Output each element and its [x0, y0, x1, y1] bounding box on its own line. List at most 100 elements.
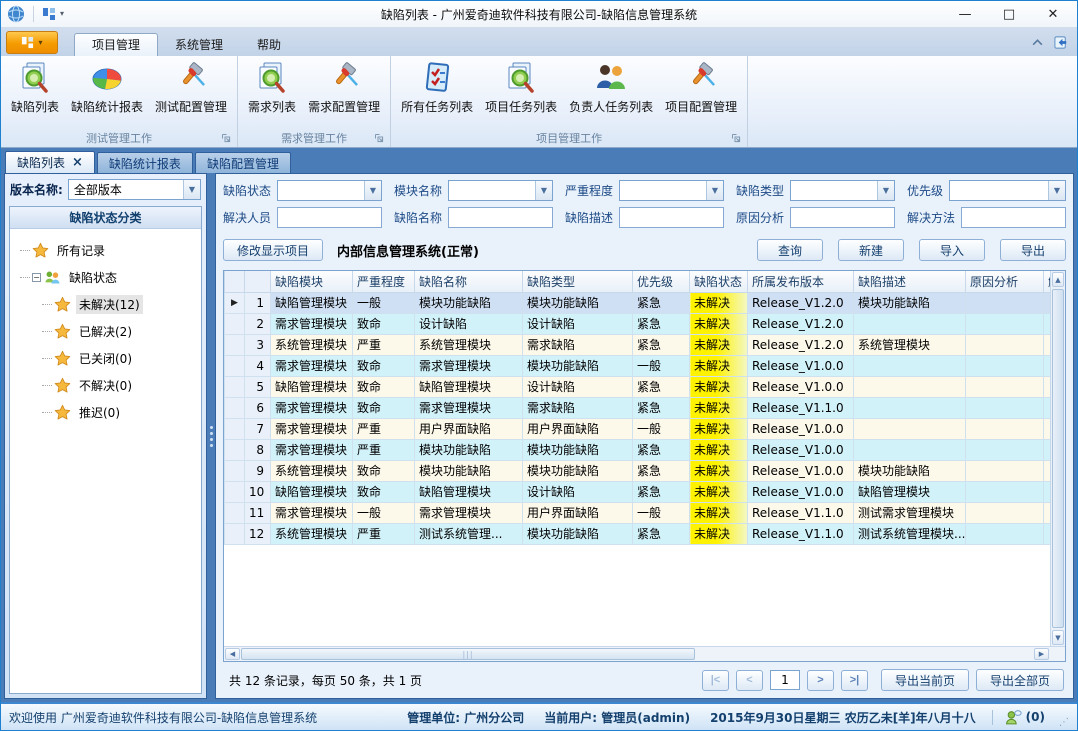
quick-access-button[interactable]: ▾: [42, 7, 64, 21]
ribbon-button[interactable]: 所有任务列表: [396, 58, 478, 117]
tree-item[interactable]: −缺陷状态: [12, 264, 199, 291]
export-all-pages-button[interactable]: 导出全部页: [976, 669, 1064, 691]
ribbon-tab[interactable]: 帮助: [240, 34, 298, 56]
ribbon-button[interactable]: 负责人任务列表: [564, 58, 658, 117]
ribbon-button[interactable]: 项目任务列表: [480, 58, 562, 117]
horizontal-scrollbar[interactable]: ◀ ||| ▶: [224, 646, 1065, 661]
filter-input[interactable]: [962, 208, 1065, 227]
table-cell: [854, 418, 966, 439]
ribbon-button[interactable]: 缺陷统计报表: [66, 58, 148, 117]
filter-input[interactable]: [449, 208, 552, 227]
column-header[interactable]: 优先级: [633, 271, 690, 292]
new-button[interactable]: 新建: [838, 239, 904, 261]
chevron-down-icon[interactable]: ▼: [877, 181, 894, 200]
ribbon-button[interactable]: 缺陷列表: [6, 58, 64, 117]
table-row[interactable]: 7需求管理模块严重用户界面缺陷用户界面缺陷一般未解决Release_V1.0.0: [225, 418, 1051, 439]
ribbon-button[interactable]: 需求配置管理: [303, 58, 385, 117]
column-header[interactable]: 严重程度: [353, 271, 415, 292]
filter-combobox[interactable]: ▼: [277, 180, 382, 201]
tree-item[interactable]: 未解决(12): [12, 291, 199, 318]
last-page-button[interactable]: >|: [841, 670, 868, 691]
table-row[interactable]: 9系统管理模块致命模块功能缺陷模块功能缺陷紧急未解决Release_V1.0.0…: [225, 460, 1051, 481]
ribbon-button[interactable]: 需求列表: [243, 58, 301, 117]
sidebar-splitter[interactable]: [207, 173, 215, 699]
tree-item[interactable]: 不解决(0): [12, 372, 199, 399]
filter-combobox[interactable]: ▼: [949, 180, 1066, 201]
layout-grid-icon: [42, 7, 56, 21]
chevron-down-icon[interactable]: ▼: [706, 181, 723, 200]
scroll-down-icon[interactable]: ▼: [1052, 630, 1064, 645]
dialog-launcher-icon[interactable]: [221, 133, 231, 143]
vertical-scrollbar[interactable]: ▲ ▼: [1050, 271, 1065, 646]
page-number-input[interactable]: [770, 670, 800, 690]
scroll-left-icon[interactable]: ◀: [225, 648, 240, 660]
tree-item[interactable]: 所有记录: [12, 237, 199, 264]
ribbon-tab[interactable]: 项目管理: [74, 33, 158, 56]
tree-item[interactable]: 已解决(2): [12, 318, 199, 345]
version-combobox[interactable]: 全部版本 ▼: [68, 179, 201, 200]
online-users-icon[interactable]: [1005, 709, 1022, 726]
document-tab[interactable]: 缺陷列表×: [5, 151, 95, 173]
table-row[interactable]: 10缺陷管理模块致命缺陷管理模块设计缺陷紧急未解决Release_V1.0.0缺…: [225, 481, 1051, 502]
scroll-right-icon[interactable]: ▶: [1034, 648, 1049, 660]
export-current-page-button[interactable]: 导出当前页: [881, 669, 969, 691]
chevron-down-icon[interactable]: ▼: [183, 180, 200, 199]
filter-combobox[interactable]: ▼: [448, 180, 553, 201]
tree-item[interactable]: 推迟(0): [12, 399, 199, 426]
table-cell: 缺陷管理模块: [271, 481, 353, 502]
vertical-scroll-thumb[interactable]: [1052, 289, 1064, 628]
column-header[interactable]: 缺陷类型: [523, 271, 633, 292]
next-page-button[interactable]: >: [807, 670, 834, 691]
table-row[interactable]: 4需求管理模块致命需求管理模块模块功能缺陷一般未解决Release_V1.0.0: [225, 355, 1051, 376]
horizontal-scroll-track[interactable]: [695, 647, 1033, 661]
table-row[interactable]: 12系统管理模块严重测试系统管理...模块功能缺陷紧急未解决Release_V1…: [225, 523, 1051, 544]
application-menu-button[interactable]: ▾: [6, 31, 58, 54]
table-row[interactable]: 2需求管理模块致命设计缺陷设计缺陷紧急未解决Release_V1.2.0: [225, 313, 1051, 334]
collapse-icon[interactable]: −: [32, 273, 41, 282]
horizontal-scroll-thumb[interactable]: |||: [241, 648, 695, 660]
modify-columns-button[interactable]: 修改显示项目: [223, 239, 323, 261]
filter-combobox[interactable]: ▼: [790, 180, 895, 201]
column-header[interactable]: 缺陷描述: [854, 271, 966, 292]
chevron-down-icon[interactable]: ▼: [535, 181, 552, 200]
dialog-launcher-icon[interactable]: [731, 133, 741, 143]
chevron-down-icon[interactable]: ▼: [1048, 181, 1065, 200]
filter-combobox[interactable]: ▼: [619, 180, 724, 201]
dialog-launcher-icon[interactable]: [374, 133, 384, 143]
minimize-button[interactable]: —: [943, 2, 987, 27]
query-button[interactable]: 查询: [757, 239, 823, 261]
column-header[interactable]: 缺陷状态: [690, 271, 748, 292]
help-icon[interactable]: [1054, 35, 1069, 50]
import-button[interactable]: 导入: [919, 239, 985, 261]
chevron-down-icon[interactable]: ▼: [364, 181, 381, 200]
table-row[interactable]: 3系统管理模块严重系统管理模块需求缺陷紧急未解决Release_V1.2.0系统…: [225, 334, 1051, 355]
filter-input[interactable]: [278, 208, 381, 227]
table-row[interactable]: 5缺陷管理模块致命缺陷管理模块设计缺陷紧急未解决Release_V1.0.0: [225, 376, 1051, 397]
table-row[interactable]: 6需求管理模块致命需求管理模块需求缺陷紧急未解决Release_V1.1.0: [225, 397, 1051, 418]
document-tab[interactable]: 缺陷配置管理: [195, 152, 291, 173]
column-header[interactable]: 原因分析: [966, 271, 1044, 292]
collapse-ribbon-icon[interactable]: [1031, 38, 1044, 47]
maximize-button[interactable]: □: [987, 2, 1031, 27]
ribbon-button[interactable]: 项目配置管理: [660, 58, 742, 117]
first-page-button[interactable]: |<: [702, 670, 729, 691]
column-header[interactable]: 所属发布版本: [748, 271, 854, 292]
table-row[interactable]: ▶1缺陷管理模块一般模块功能缺陷模块功能缺陷紧急未解决Release_V1.2.…: [225, 292, 1051, 313]
close-button[interactable]: ✕: [1031, 2, 1075, 27]
export-button[interactable]: 导出: [1000, 239, 1066, 261]
scroll-up-icon[interactable]: ▲: [1052, 272, 1064, 287]
tree-item[interactable]: 已关闭(0): [12, 345, 199, 372]
document-tab-strip: 缺陷列表×缺陷统计报表缺陷配置管理: [4, 150, 1074, 173]
table-row[interactable]: 8需求管理模块严重模块功能缺陷模块功能缺陷紧急未解决Release_V1.0.0: [225, 439, 1051, 460]
filter-input[interactable]: [620, 208, 723, 227]
column-header[interactable]: 缺陷模块: [271, 271, 353, 292]
filter-input[interactable]: [791, 208, 894, 227]
ribbon-tab[interactable]: 系统管理: [158, 34, 240, 56]
table-row[interactable]: 11需求管理模块一般需求管理模块用户界面缺陷一般未解决Release_V1.1.…: [225, 502, 1051, 523]
ribbon-button[interactable]: 测试配置管理: [150, 58, 232, 117]
prev-page-button[interactable]: <: [736, 670, 763, 691]
close-tab-icon[interactable]: ×: [72, 156, 83, 169]
resize-grip[interactable]: ⋰: [1059, 716, 1069, 730]
document-tab[interactable]: 缺陷统计报表: [97, 152, 193, 173]
column-header[interactable]: 缺陷名称: [415, 271, 523, 292]
